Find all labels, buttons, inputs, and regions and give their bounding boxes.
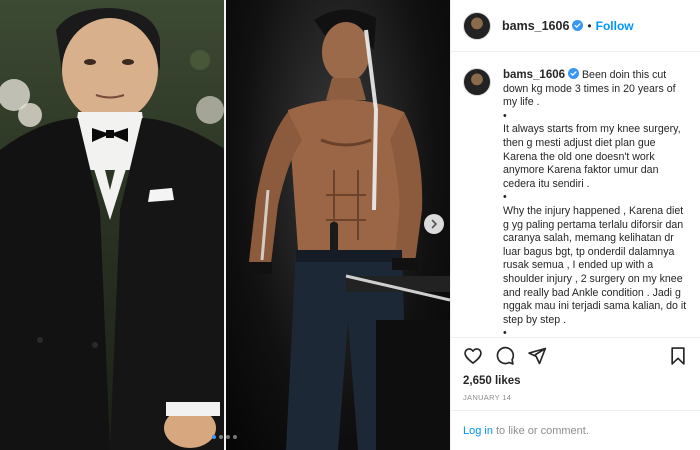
login-prompt-text: to like or comment. (495, 424, 589, 437)
caption-line: • (503, 327, 507, 337)
caption-line: • (503, 109, 507, 122)
separator-dot: • (587, 18, 592, 33)
action-bar (451, 338, 700, 374)
post-actions-area: 2,650 likes JANUARY 14 (451, 337, 700, 402)
caption-line: • (503, 191, 507, 204)
login-link[interactable]: Log in (463, 425, 493, 437)
share-icon[interactable] (527, 346, 547, 366)
comment-icon[interactable] (495, 346, 515, 366)
caption-avatar[interactable] (463, 68, 491, 96)
chevron-right-icon (431, 219, 438, 229)
avatar[interactable] (463, 11, 491, 40)
carousel-dot (233, 435, 237, 439)
caption-username[interactable]: bams_1606 (503, 69, 565, 81)
verified-badge-icon (572, 20, 584, 31)
post-media[interactable] (0, 0, 450, 450)
photo-after-illustration (244, 9, 450, 450)
login-prompt: Log in to like or comment. (451, 410, 700, 450)
caption-text: bams_1606 Been doin this cut down kg mod… (503, 68, 688, 337)
post-sidebar: bams_1606 • Follow bams_1606 Been doin t… (450, 0, 700, 450)
post-date[interactable]: JANUARY 14 (451, 393, 700, 402)
verified-badge-icon (568, 68, 580, 79)
comments-section[interactable]: bams_1606 Been doin this cut down kg mod… (451, 53, 700, 337)
photo-before (0, 0, 226, 450)
caption-row: bams_1606 Been doin this cut down kg mod… (463, 68, 688, 337)
photo-before-illustration (0, 8, 226, 450)
photo-after (226, 0, 450, 450)
carousel-dot (212, 435, 216, 439)
carousel-indicator (212, 435, 237, 439)
follow-button[interactable]: Follow (596, 19, 634, 33)
like-count[interactable]: 2,650 likes (451, 375, 700, 387)
carousel-next-button[interactable] (424, 214, 444, 234)
bookmark-icon[interactable] (668, 346, 688, 366)
heart-icon[interactable] (463, 346, 483, 366)
caption-line: It always starts from my knee surgery, t… (503, 123, 681, 190)
caption-line: Why the injury happened , Karena diet g … (503, 204, 687, 326)
post-header: bams_1606 • Follow (451, 0, 700, 52)
username-link[interactable]: bams_1606 (502, 19, 569, 33)
carousel-dot (226, 435, 230, 439)
carousel-dot (219, 435, 223, 439)
